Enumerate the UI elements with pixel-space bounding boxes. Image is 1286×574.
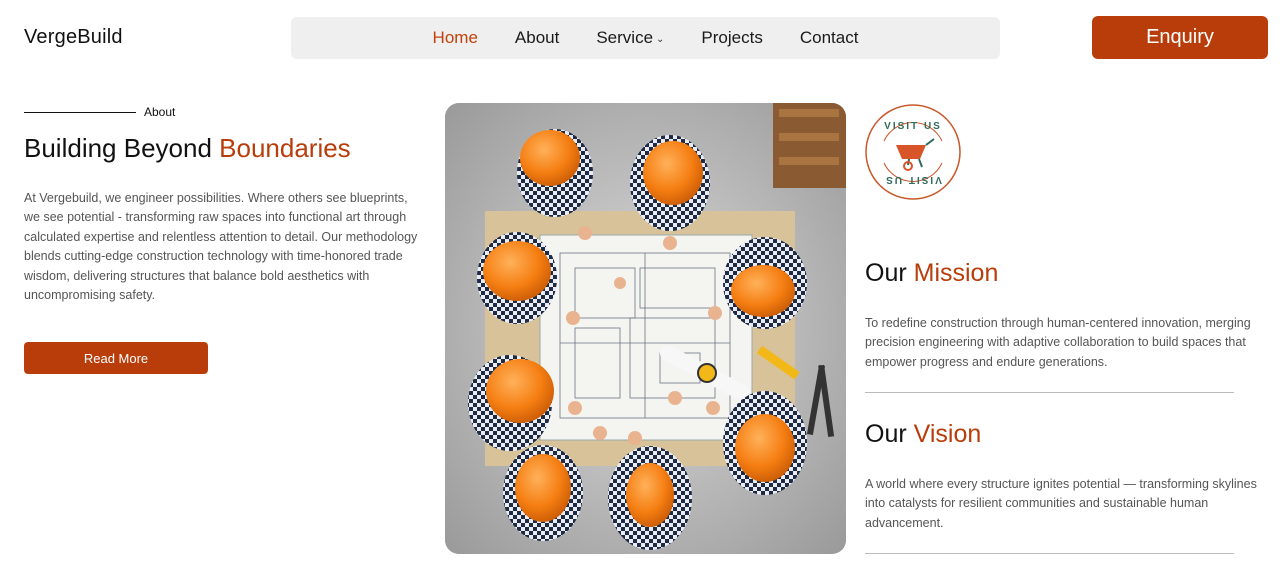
about-description: At Vergebuild, we engineer possibilities…: [24, 191, 418, 303]
nav-projects-label: Projects: [701, 28, 763, 47]
vision-title-plain: Our: [865, 420, 914, 448]
eyebrow-divider: [24, 111, 136, 113]
nav-about-label: About: [514, 28, 560, 47]
nav-about[interactable]: About: [515, 28, 559, 48]
nav-home-label: Home: [432, 28, 478, 47]
vision-divider: [865, 553, 1234, 554]
main-nav: Home About Service ⌄ Projects Contact: [291, 17, 1000, 59]
badge-text-top: VISIT US: [884, 121, 942, 132]
nav-home[interactable]: Home: [433, 28, 478, 48]
enquiry-button[interactable]: Enquiry: [1092, 16, 1268, 59]
nav-contact-label: Contact: [799, 28, 859, 47]
vision-title-accent: Vision: [913, 420, 982, 448]
vision-title: Our Vision: [865, 420, 981, 449]
nav-service-label: Service: [596, 28, 654, 47]
nav-service[interactable]: Service ⌄: [596, 28, 664, 48]
hero-title-plain: Building Beyond: [24, 133, 220, 163]
hero-title-accent: Boundaries: [219, 133, 351, 163]
vision-description: A world where every structure ignites po…: [865, 477, 1257, 530]
mission-title: Our Mission: [865, 259, 998, 288]
team-blueprint-photo: [445, 103, 846, 554]
nav-contact[interactable]: Contact: [800, 28, 859, 48]
about-eyebrow: About: [24, 105, 175, 119]
visit-us-stamp: VISIT US VISIT US: [865, 104, 961, 200]
brand-logo[interactable]: VergeBuild: [24, 26, 123, 49]
visit-us-badge[interactable]: VISIT US VISIT US: [864, 103, 962, 201]
nav-projects[interactable]: Projects: [701, 28, 762, 48]
photo-illustration: [445, 103, 846, 554]
chevron-down-icon: ⌄: [656, 33, 665, 45]
eyebrow-label: About: [144, 105, 176, 119]
badge-text-bottom: VISIT US: [884, 174, 942, 185]
mission-title-plain: Our: [865, 259, 914, 287]
mission-divider: [865, 392, 1234, 393]
hero-title: Building Beyond Boundaries: [24, 133, 351, 164]
mission-description: To redefine construction through human-c…: [865, 316, 1251, 369]
mission-title-accent: Mission: [913, 259, 999, 287]
read-more-button[interactable]: Read More: [24, 342, 208, 374]
